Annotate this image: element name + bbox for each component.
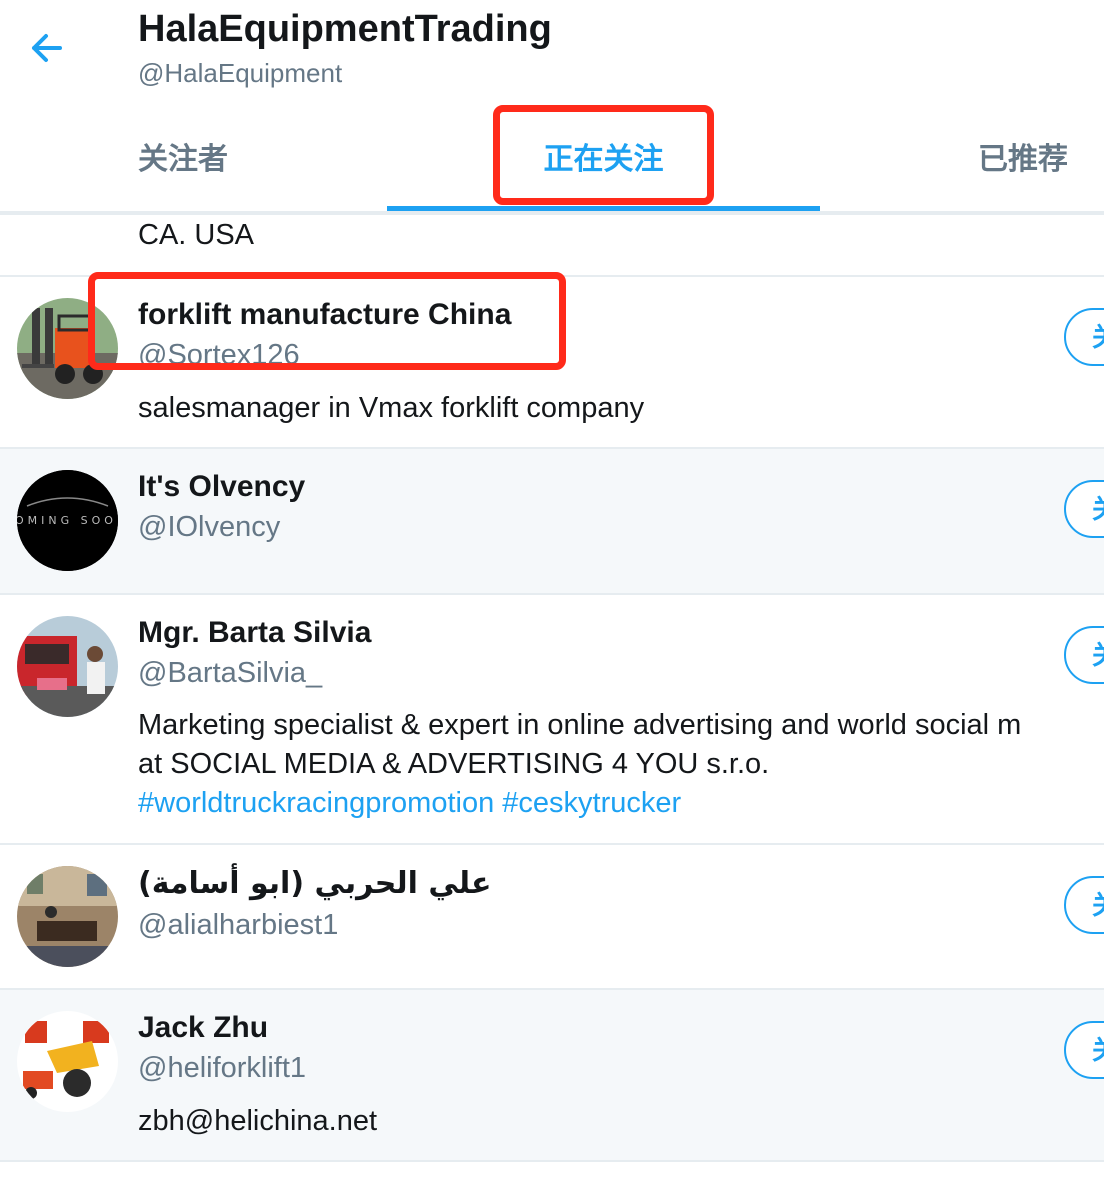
user-name[interactable]: Jack Zhu	[138, 1011, 268, 1045]
avatar[interactable]	[17, 866, 118, 967]
list-item[interactable]: forklift manufacture China @Sortex126 sa…	[0, 277, 1104, 449]
avatar-text: OMING SOO	[17, 514, 117, 527]
avatar[interactable]: OMING SOO	[17, 470, 118, 571]
user-bio-hashtags: #worldtruckracingpromotion #ceskytrucker	[138, 783, 681, 823]
profile-header: HalaEquipmentTrading @HalaEquipment	[0, 0, 1104, 100]
user-handle: @heliforklift1	[138, 1052, 307, 1084]
machinery-photo-icon	[17, 1011, 118, 1112]
page-handle: @HalaEquipment	[138, 58, 343, 88]
user-handle: @Sortex126	[138, 339, 300, 367]
list-item[interactable]: CA. USA	[0, 215, 1104, 277]
user-bio: zbh@helichina.net	[138, 1105, 378, 1137]
user-name[interactable]: It's Olvency	[138, 470, 305, 504]
user-bio: salesmanager in Vmax forklift company	[138, 392, 645, 424]
user-name[interactable]: علي الحربي (ابو أسامة)	[138, 866, 491, 901]
follow-button[interactable]: 关注	[1064, 480, 1104, 538]
user-bio: at SOCIAL MEDIA & ADVERTISING 4 YOU s.r.…	[138, 748, 770, 780]
user-name[interactable]: Mgr. Barta Silvia	[138, 616, 371, 650]
list-item[interactable]: علي الحربي (ابو أسامة) @alialharbiest1 关…	[0, 845, 1104, 990]
list-item[interactable]: Jack Zhu @heliforklift1 zbh@helichina.ne…	[0, 990, 1104, 1162]
follow-button[interactable]: 关注	[1064, 626, 1104, 684]
list-item[interactable]: Mgr. Barta Silvia @BartaSilvia_ Marketin…	[0, 595, 1104, 845]
tab-followers[interactable]: 关注者	[0, 100, 387, 212]
hashtag-link[interactable]: #worldtruckracingpromotion	[138, 787, 494, 819]
forklift-photo-icon	[17, 298, 118, 399]
following-list: CA. USA forklift manufacture China @Sort…	[0, 215, 1104, 1162]
tab-bar: 关注者 正在关注 已推荐	[0, 100, 1104, 212]
tab-following[interactable]: 正在关注	[387, 100, 820, 212]
user-bio: Marketing specialist & expert in online …	[138, 709, 1022, 741]
avatar[interactable]	[17, 1011, 118, 1112]
follow-button[interactable]: 关注	[1064, 876, 1104, 934]
user-handle: @IOlvency	[138, 511, 281, 543]
avatar[interactable]	[17, 298, 118, 399]
user-handle: @BartaSilvia_	[138, 657, 323, 689]
avatar[interactable]	[17, 616, 118, 717]
arrow-left-icon	[32, 34, 62, 62]
office-photo-icon	[17, 866, 118, 967]
page-title: HalaEquipmentTrading	[138, 8, 552, 50]
tab-recommended[interactable]: 已推荐	[820, 100, 1104, 212]
user-name[interactable]: forklift manufacture China	[138, 298, 511, 332]
follow-button[interactable]: 关注	[1064, 308, 1104, 366]
hashtag-link[interactable]: #ceskytrucker	[502, 787, 681, 819]
back-button[interactable]	[26, 28, 70, 68]
follow-button[interactable]: 关注	[1064, 1021, 1104, 1079]
user-bio: CA. USA	[138, 219, 255, 251]
list-item[interactable]: OMING SOO It's Olvency @IOlvency 关注	[0, 449, 1104, 595]
user-handle: @alialharbiest1	[138, 909, 339, 941]
truck-photo-icon	[17, 616, 118, 717]
